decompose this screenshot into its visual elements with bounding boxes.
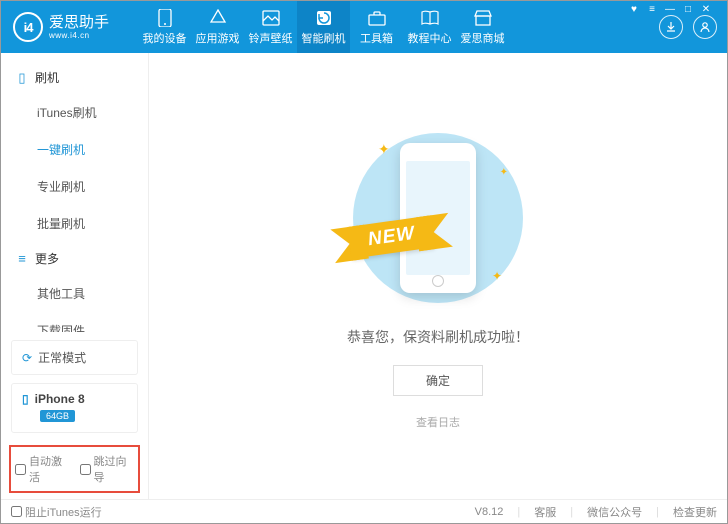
sparkle-icon: ✦ [492, 269, 502, 283]
sidebar-item-other-tools[interactable]: 其他工具 [1, 275, 148, 312]
check-auto-activate[interactable]: 自动激活 [15, 453, 70, 485]
toolbox-icon [368, 9, 386, 27]
footer-wechat[interactable]: 微信公众号 [587, 504, 642, 520]
success-illustration: NEW ✦ ✦ ✦ [338, 123, 538, 313]
app-icon [209, 9, 227, 27]
nav-smart-flash[interactable]: 智能刷机 [297, 1, 350, 53]
win-max-icon[interactable]: □ [681, 4, 695, 15]
footer-version: V8.12 [475, 506, 504, 518]
check-skip-guide[interactable]: 跳过向导 [80, 453, 135, 485]
sidebar-item-pro-flash[interactable]: 专业刷机 [1, 168, 148, 205]
nav-label: 教程中心 [408, 30, 452, 46]
win-menu-icon[interactable]: ♥ [627, 4, 641, 15]
user-button[interactable] [693, 15, 717, 39]
logo-icon: i4 [13, 12, 43, 42]
mode-box[interactable]: ⟳ 正常模式 [11, 340, 138, 375]
device-box[interactable]: ▯ iPhone 8 64GB [11, 383, 138, 433]
wallpaper-icon [262, 9, 280, 27]
phone-icon: ▯ [22, 392, 29, 406]
sidebar-cat-flash: ▯ 刷机 [1, 61, 148, 94]
success-message: 恭喜您，保资料刷机成功啦！ [347, 327, 529, 347]
device-name: iPhone 8 [35, 392, 85, 406]
footer: 阻止iTunes运行 V8.12 | 客服 | 微信公众号 | 检查更新 [1, 499, 727, 523]
more-icon: ≡ [15, 251, 29, 266]
nav-label: 我的设备 [143, 30, 187, 46]
nav-ring-wallpaper[interactable]: 铃声壁纸 [244, 1, 297, 53]
sidebar-cat-more: ≡ 更多 [1, 242, 148, 275]
nav-label: 应用游戏 [196, 30, 240, 46]
nav-store[interactable]: 爱思商城 [456, 1, 509, 53]
sparkle-icon: ✦ [378, 141, 390, 158]
refresh-icon: ⟳ [22, 351, 32, 365]
phone-icon: ▯ [15, 70, 29, 86]
sidebar-item-itunes-flash[interactable]: iTunes刷机 [1, 94, 148, 131]
nav-app-games[interactable]: 应用游戏 [191, 1, 244, 53]
nav-toolbox[interactable]: 工具箱 [350, 1, 403, 53]
store-icon [474, 9, 492, 27]
download-button[interactable] [659, 15, 683, 39]
flash-icon [315, 9, 333, 27]
win-list-icon[interactable]: ≡ [645, 4, 659, 15]
nav-label: 爱思商城 [461, 30, 505, 46]
nav-label: 智能刷机 [302, 30, 346, 46]
nav-label: 铃声壁纸 [249, 30, 293, 46]
win-min-icon[interactable]: — [663, 4, 677, 15]
book-icon [421, 9, 439, 27]
footer-support[interactable]: 客服 [534, 504, 556, 520]
phone-icon [156, 9, 174, 27]
ok-button[interactable]: 确定 [393, 365, 483, 396]
header: i4 爱思助手 www.i4.cn 我的设备 应用游戏 铃声壁纸 智能刷机 工具… [1, 1, 727, 53]
bottom-checks-highlight: 自动激活 跳过向导 [9, 445, 140, 493]
nav-label: 工具箱 [360, 30, 393, 46]
app-url: www.i4.cn [49, 32, 109, 40]
footer-update[interactable]: 检查更新 [673, 504, 717, 520]
win-close-icon[interactable]: ✕ [699, 4, 713, 15]
sidebar-item-onekey-flash[interactable]: 一键刷机 [1, 131, 148, 168]
sidebar-item-batch-flash[interactable]: 批量刷机 [1, 205, 148, 242]
view-log-link[interactable]: 查看日志 [416, 414, 460, 430]
nav-tutorial[interactable]: 教程中心 [403, 1, 456, 53]
logo: i4 爱思助手 www.i4.cn [1, 12, 138, 42]
device-storage-badge: 64GB [40, 410, 75, 422]
app-name: 爱思助手 [49, 15, 109, 30]
top-nav: 我的设备 应用游戏 铃声壁纸 智能刷机 工具箱 教程中心 爱思商城 [138, 1, 659, 53]
main-content: NEW ✦ ✦ ✦ 恭喜您，保资料刷机成功啦！ 确定 查看日志 [149, 53, 727, 499]
sparkle-icon: ✦ [500, 167, 508, 178]
nav-my-device[interactable]: 我的设备 [138, 1, 191, 53]
sidebar-item-download-firmware[interactable]: 下载固件 [1, 312, 148, 332]
sidebar: ▯ 刷机 iTunes刷机 一键刷机 专业刷机 批量刷机 ≡ 更多 其他工具 下… [1, 53, 149, 499]
check-block-itunes[interactable]: 阻止iTunes运行 [11, 504, 102, 520]
